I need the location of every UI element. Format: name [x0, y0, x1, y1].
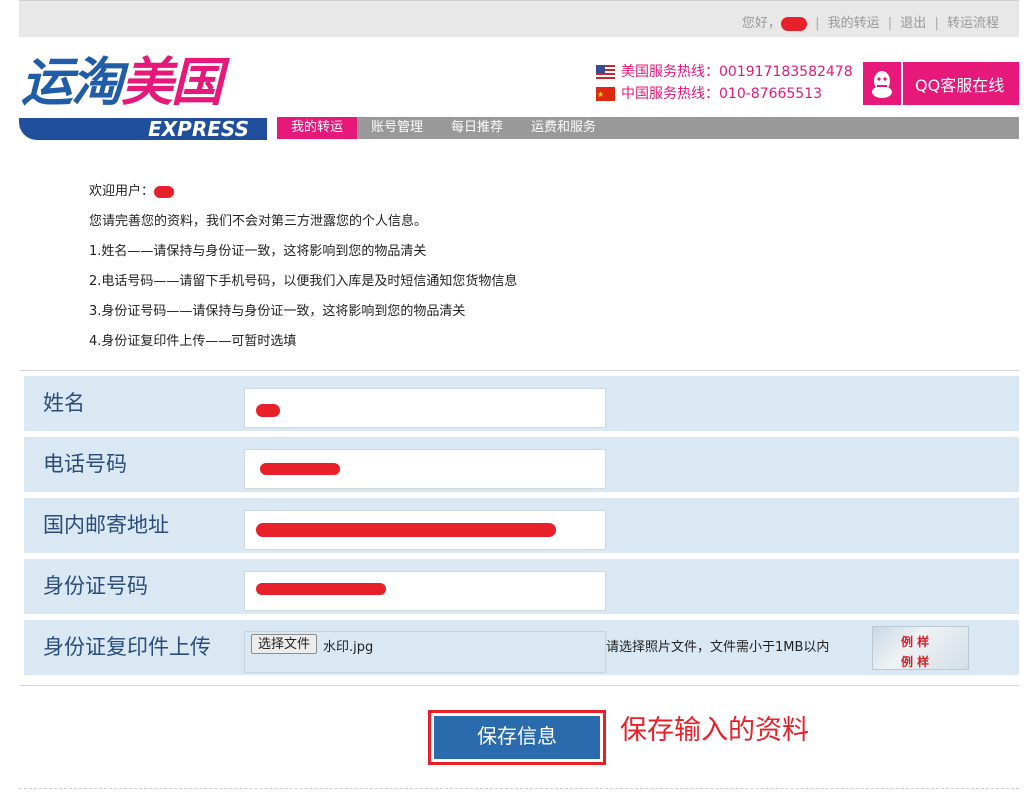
form-row-name: 姓名	[24, 376, 1019, 431]
profile-form: 姓名 电话号码 国内邮寄地址 身份证号码 身份证复印件上传 选择文件 水印.jp…	[19, 370, 1019, 686]
welcome-line: 欢迎用户：	[89, 180, 517, 210]
intro-text: 欢迎用户： 您请完善您的资料，我们不会对第三方泄露您的个人信息。 1.姓名——请…	[89, 180, 517, 360]
name-input[interactable]	[244, 388, 606, 428]
tab-fees-services[interactable]: 运费和服务	[517, 117, 610, 139]
form-row-phone: 电话号码	[24, 437, 1019, 492]
service-hotlines: 美国服务热线：001917183582478 中国服务热线：010-876655…	[596, 61, 853, 106]
intro-line: 1.姓名——请保持与身份证一致，这将影响到您的物品清关	[89, 244, 427, 259]
name-label: 姓名	[43, 391, 85, 415]
top-bar: 您好， | 我的转运 | 退出 | 转运流程	[19, 0, 1019, 37]
hotline-cn: 中国服务热线：010-87665513	[596, 83, 853, 106]
file-upload-field: 选择文件 水印.jpg	[244, 631, 606, 673]
hotline-us-text: 美国服务热线：001917183582478	[621, 64, 853, 80]
phone-label: 电话号码	[43, 452, 127, 476]
link-logout[interactable]: 退出	[900, 16, 926, 31]
redacted-phone	[260, 463, 340, 475]
save-button-highlight: 保存信息	[428, 710, 606, 765]
nav-separator: |	[887, 16, 893, 31]
upload-label: 身份证复印件上传	[43, 635, 211, 659]
intro-line: 3.身份证号码——请保持与身份证一致，这将影响到您的物品清关	[89, 304, 466, 319]
tab-my-shipments[interactable]: 我的转运	[277, 117, 358, 139]
redacted-idno	[256, 583, 386, 595]
user-nav: 您好， | 我的转运 | 退出 | 转运流程	[742, 12, 999, 31]
sample-stamp-mark: 例 样	[901, 635, 930, 649]
hotline-us: 美国服务热线：001917183582478	[596, 61, 853, 83]
form-row-upload: 身份证复印件上传 选择文件 水印.jpg 请选择照片文件，文件需小于1MB以内 …	[24, 620, 1019, 675]
redacted-username	[154, 185, 175, 198]
upload-hint: 请选择照片文件，文件需小于1MB以内	[606, 640, 830, 655]
site-logo[interactable]: 运淘美国 EXPRESS	[19, 48, 269, 142]
intro-line: 您请完善您的资料，我们不会对第三方泄露您的个人信息。	[89, 214, 428, 229]
logo-express-text: EXPRESS	[148, 117, 249, 141]
link-shipping-process[interactable]: 转运流程	[947, 16, 999, 31]
id-card-sample-image: 例 样 例 样	[872, 626, 969, 670]
save-button[interactable]: 保存信息	[434, 716, 600, 759]
welcome-label: 欢迎用户：	[89, 184, 155, 199]
qq-penguin-icon	[863, 62, 903, 105]
hotline-cn-text: 中国服务热线：010-87665513	[621, 86, 823, 102]
redacted-address	[256, 523, 556, 537]
logo-express-bar: EXPRESS	[19, 118, 267, 140]
redacted-username	[780, 16, 807, 31]
logo-chinese-text: 运淘美国	[21, 53, 223, 113]
link-my-shipments[interactable]: 我的转运	[828, 16, 880, 31]
tab-daily-recommend[interactable]: 每日推荐	[437, 117, 517, 139]
annotation-text: 保存输入的资料	[620, 715, 809, 746]
qq-service-button[interactable]: QQ客服在线	[863, 62, 1019, 105]
sample-stamp-mark: 例 样	[901, 655, 930, 669]
us-flag-icon	[596, 65, 615, 79]
form-row-address: 国内邮寄地址	[24, 498, 1019, 553]
intro-line: 4.身份证复印件上传——可暂时选填	[89, 334, 297, 349]
redacted-name	[256, 404, 280, 417]
idno-label: 身份证号码	[43, 574, 148, 598]
choose-file-button[interactable]: 选择文件	[251, 634, 318, 654]
tab-account-management[interactable]: 账号管理	[357, 117, 437, 139]
greeting-text: 您好，	[741, 16, 781, 31]
bottom-divider	[19, 788, 1019, 789]
nav-separator: |	[815, 16, 820, 31]
address-label: 国内邮寄地址	[43, 513, 169, 537]
cn-flag-icon	[596, 84, 615, 106]
selected-file-name: 水印.jpg	[323, 640, 374, 655]
main-nav: 我的转运 账号管理 每日推荐 运费和服务	[277, 117, 1019, 139]
form-row-idno: 身份证号码	[24, 559, 1019, 614]
nav-separator: |	[934, 16, 939, 31]
intro-line: 2.电话号码——请留下手机号码，以便我们入库是及时短信通知您货物信息	[89, 274, 518, 289]
qq-service-label: QQ客服在线	[915, 75, 1005, 95]
